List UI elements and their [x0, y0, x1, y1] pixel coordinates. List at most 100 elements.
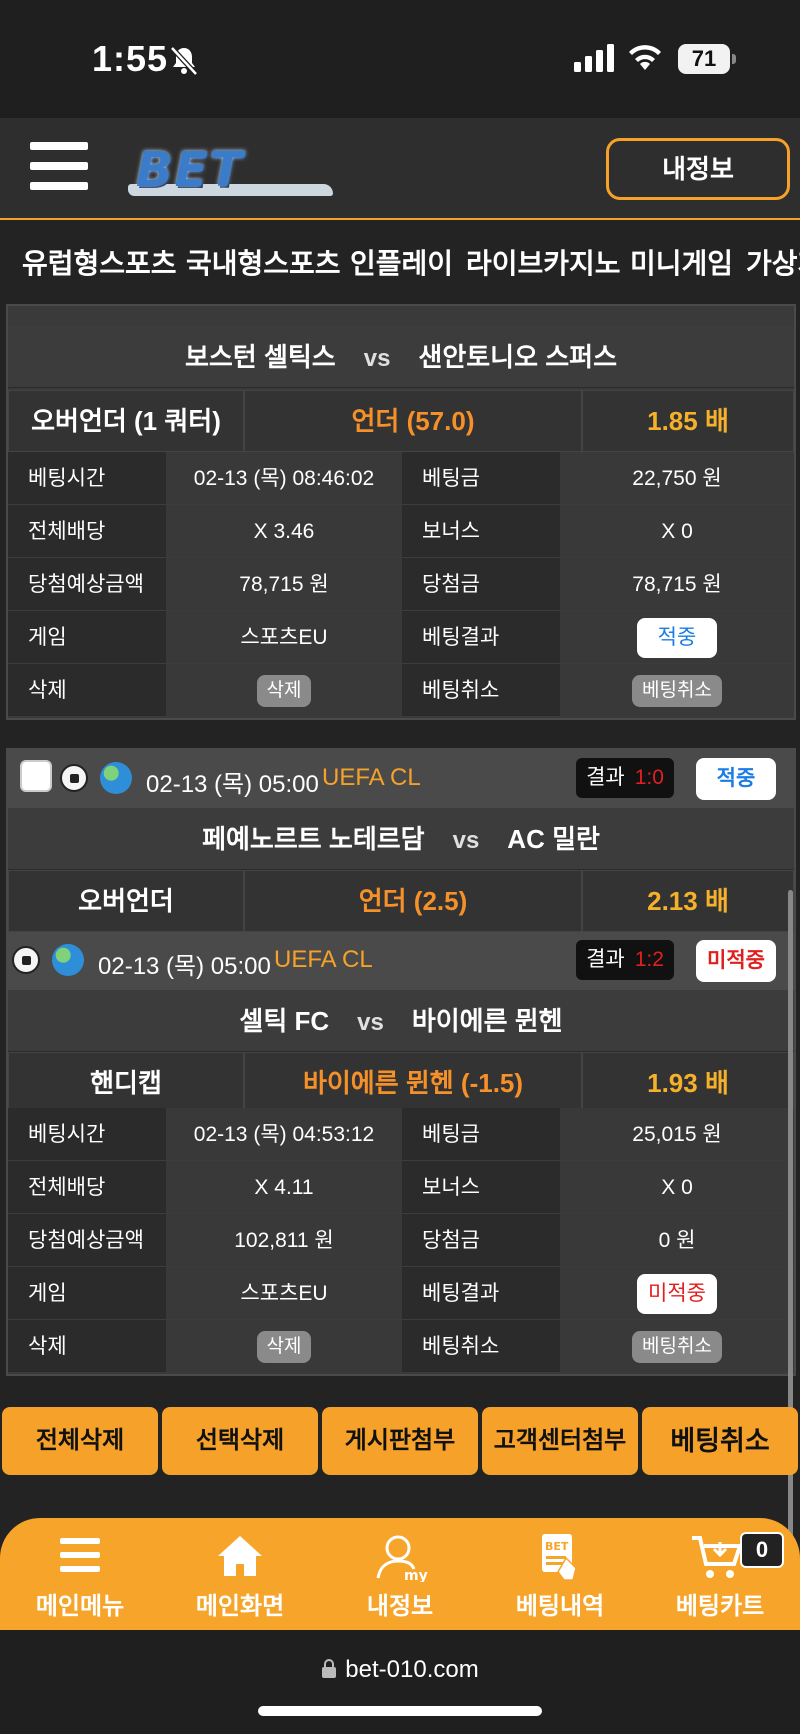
delete-button[interactable]: 삭제: [256, 675, 312, 708]
odds-cell: 2.13 배: [582, 870, 794, 932]
detail-label: 베팅시간: [8, 452, 166, 505]
delete-all-button[interactable]: 전체삭제: [2, 1407, 158, 1475]
away-team: AC 밀란: [507, 824, 600, 854]
detail-label: 베팅결과: [402, 1267, 560, 1320]
result-score: 결과 1:0: [576, 758, 674, 798]
scrollbar[interactable]: [788, 890, 793, 1590]
bottom-nav-label: 베팅카트: [675, 1593, 765, 1620]
site-logo[interactable]: BET: [128, 136, 343, 202]
battery-icon: 71: [678, 44, 736, 74]
cancel-bet-button[interactable]: 베팅취소: [632, 1331, 722, 1364]
detail-label: 베팅금: [402, 1108, 560, 1161]
bottom-nav-label: 메인메뉴: [35, 1593, 125, 1620]
detail-row: 베팅시간 02-13 (목) 08:46:02 베팅금 22,750 원: [8, 452, 794, 505]
nav-item-virtual[interactable]: 가상게: [746, 242, 800, 282]
bottom-nav-bet-history[interactable]: BET 베팅내역: [480, 1518, 640, 1630]
url-text[interactable]: bet-010.com: [0, 1656, 800, 1684]
globe-icon: [52, 944, 84, 976]
detail-row: 삭제 삭제 베팅취소 베팅취소: [8, 664, 794, 717]
detail-value: X 0: [560, 1161, 794, 1214]
bet-history-icon: BET: [542, 1534, 577, 1581]
bottom-nav-main-menu[interactable]: 메인메뉴: [0, 1518, 160, 1630]
nav-item-live-casino[interactable]: 라이브카지노: [466, 242, 621, 282]
bottom-nav-home[interactable]: 메인화면: [160, 1518, 320, 1630]
detail-value: 102,811 원: [166, 1214, 402, 1267]
detail-label: 베팅시간: [8, 1108, 166, 1161]
category-nav: 유럽형스포츠 국내형스포츠 인플레이 라이브카지노 미니게임 가상게: [0, 220, 800, 304]
market-cell: 오버언더 (1 쿼터): [8, 390, 244, 452]
market-cell: 오버언더: [8, 870, 244, 932]
result-score: 결과 1:2: [576, 940, 674, 980]
detail-label: 베팅취소: [402, 664, 560, 717]
soccer-ball-icon: [60, 764, 88, 792]
nav-item-euro-sports[interactable]: 유럽형스포츠: [22, 242, 177, 282]
game-header: 02-13 (목) 05:00 UEFA CL 결과 1:2 미적중: [8, 932, 794, 990]
detail-label: 당첨예상금액: [8, 558, 166, 611]
home-indicator[interactable]: [258, 1706, 542, 1716]
detail-row: 전체배당 X 4.11 보너스 X 0: [8, 1161, 794, 1214]
detail-row: 전체배당 X 3.46 보너스 X 0: [8, 505, 794, 558]
user-icon: my: [376, 1535, 428, 1582]
game-header: 02-13 (목) 05:00 UEFA CL 결과 1:0 적중: [8, 750, 794, 808]
delete-selected-button[interactable]: 선택삭제: [162, 1407, 318, 1475]
home-team: 셀틱 FC: [239, 1006, 330, 1036]
detail-value: 삭제: [166, 664, 402, 717]
detail-value: 베팅취소: [560, 1320, 794, 1373]
score: 1:2: [634, 948, 664, 971]
pick-cell: 바이에른 뮌헨 (-1.5): [244, 1052, 582, 1114]
score: 1:0: [634, 766, 664, 789]
detail-label: 전체배당: [8, 1161, 166, 1214]
detail-row: 베팅시간 02-13 (목) 04:53:12 베팅금 25,015 원: [8, 1108, 794, 1161]
nav-item-minigame[interactable]: 미니게임: [630, 242, 733, 282]
match-row: 셀틱 FC vs 바이에른 뮌헨: [8, 990, 794, 1052]
status-badge-win: 적중: [696, 758, 776, 800]
detail-row: 게임 스포츠EU 베팅결과 미적중: [8, 1267, 794, 1320]
attach-support-button[interactable]: 고객센터첨부: [482, 1407, 638, 1475]
vs-label: vs: [357, 1009, 384, 1036]
bottom-nav-label: 내정보: [366, 1593, 434, 1620]
cancel-bet-button[interactable]: 베팅취소: [632, 675, 722, 708]
detail-label: 당첨예상금액: [8, 1214, 166, 1267]
svg-text:my: my: [404, 1568, 428, 1582]
pick-cell: 언더 (57.0): [244, 390, 582, 452]
site-header: BET 내정보: [0, 118, 800, 220]
detail-value: 25,015 원: [560, 1108, 794, 1161]
bottom-nav-label: 베팅내역: [515, 1593, 605, 1620]
bottom-nav-my-info[interactable]: my 내정보: [320, 1518, 480, 1630]
detail-label: 베팅금: [402, 452, 560, 505]
detail-label: 삭제: [8, 1320, 166, 1373]
detail-value: 78,715 원: [560, 558, 794, 611]
cancel-betting-button[interactable]: 베팅취소: [642, 1407, 798, 1475]
detail-value: 적중: [560, 611, 794, 664]
match-row: 페예노르트 노테르담 vs AC 밀란: [8, 808, 794, 870]
nav-item-inplay[interactable]: 인플레이: [350, 242, 453, 282]
bottom-nav-label: 메인화면: [195, 1593, 285, 1620]
detail-label: 전체배당: [8, 505, 166, 558]
globe-icon: [100, 762, 132, 794]
match-row: 보스턴 셀틱스 vs 샌안토니오 스퍼스: [8, 326, 794, 388]
detail-label: 게임: [8, 1267, 166, 1320]
svg-text:BET: BET: [545, 1540, 569, 1553]
detail-value: 02-13 (목) 08:46:02: [166, 452, 402, 505]
result-label: 결과: [586, 948, 625, 971]
page: { "status_bar": {"time": "1:55", "batter…: [0, 0, 800, 1734]
detail-label: 삭제: [8, 664, 166, 717]
detail-value: X 3.46: [166, 505, 402, 558]
odds-cell: 1.93 배: [582, 1052, 794, 1114]
home-team: 페예노르트 노테르담: [202, 824, 425, 854]
pick-cell: 언더 (2.5): [244, 870, 582, 932]
status-badge-lose: 미적중: [696, 940, 776, 982]
detail-label: 베팅취소: [402, 1320, 560, 1373]
myinfo-button[interactable]: 내정보: [606, 138, 790, 200]
select-checkbox[interactable]: [20, 760, 52, 792]
bottom-nav: 메인메뉴 메인화면 my 내정보 BET 베팅내역 베팅카트 0: [0, 1518, 800, 1630]
attach-board-button[interactable]: 게시판첨부: [322, 1407, 478, 1475]
detail-value: 미적중: [560, 1267, 794, 1320]
detail-label: 당첨금: [402, 558, 560, 611]
delete-button[interactable]: 삭제: [256, 1331, 312, 1364]
nav-item-domestic-sports[interactable]: 국내형스포츠: [186, 242, 341, 282]
detail-label: 게임: [8, 611, 166, 664]
hamburger-menu-icon[interactable]: [30, 142, 88, 190]
logo-text: BET: [136, 142, 245, 198]
league-name: UEFA CL: [322, 764, 421, 791]
